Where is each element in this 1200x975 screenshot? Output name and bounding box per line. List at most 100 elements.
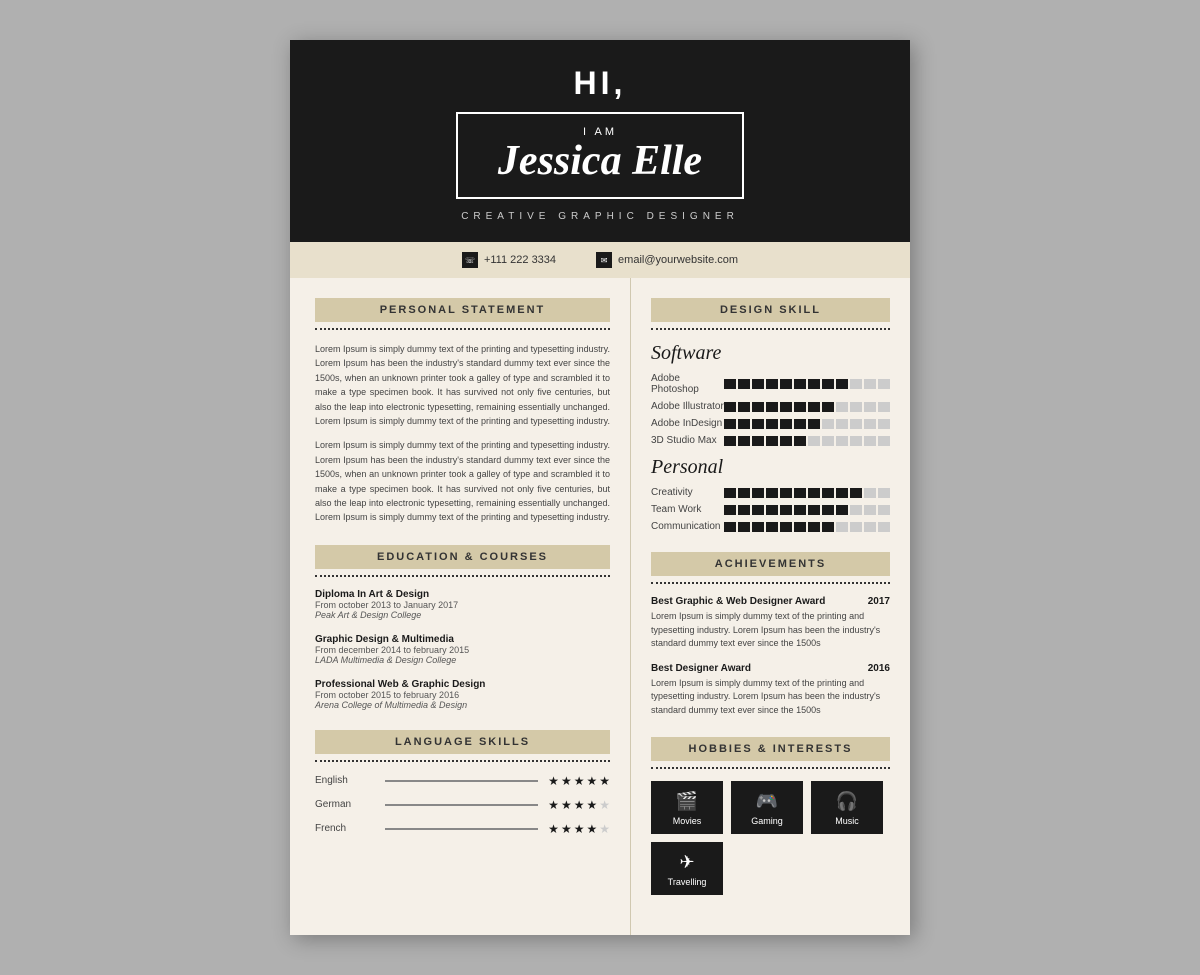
skill-name: Adobe Photoshop bbox=[651, 373, 724, 395]
skill-bar-filled bbox=[836, 505, 848, 515]
hobby-item: 🎬 Movies bbox=[651, 781, 723, 834]
email-address: email@yourwebsite.com bbox=[618, 254, 738, 266]
skill-bar-empty bbox=[850, 402, 862, 412]
skill-bar-filled bbox=[780, 402, 792, 412]
skill-bar-filled bbox=[724, 436, 736, 446]
achievements-section: ACHIEVEMENTS Best Graphic & Web Designer… bbox=[651, 552, 890, 717]
education-header: EDUCATION & COURSES bbox=[315, 545, 610, 569]
hobby-icon: ✈ bbox=[656, 852, 718, 873]
education-entry: Graphic Design & Multimedia From decembe… bbox=[315, 634, 610, 665]
skill-bar-filled bbox=[738, 379, 750, 389]
column-right: DESIGN SKILL Software Adobe PhotoshopAdo… bbox=[631, 278, 910, 935]
software-title: Software bbox=[651, 342, 890, 365]
skill-bar-filled bbox=[724, 379, 736, 389]
skill-bar-filled bbox=[794, 488, 806, 498]
skill-name: Adobe Illustrator bbox=[651, 401, 724, 412]
star-filled: ★ bbox=[548, 822, 559, 836]
star-empty: ★ bbox=[599, 798, 610, 812]
achievement-text: Lorem Ipsum is simply dummy text of the … bbox=[651, 610, 890, 651]
skill-bar-filled bbox=[766, 436, 778, 446]
skill-bar-empty bbox=[836, 419, 848, 429]
language-name: German bbox=[315, 799, 375, 810]
achievement-entry: Best Graphic & Web Designer Award 2017 L… bbox=[651, 596, 890, 651]
email-icon: ✉ bbox=[596, 252, 612, 268]
edu-school: LADA Multimedia & Design College bbox=[315, 655, 610, 665]
design-skill-section: DESIGN SKILL Software Adobe PhotoshopAdo… bbox=[651, 298, 890, 532]
skill-bar-filled bbox=[752, 522, 764, 532]
skill-bar-filled bbox=[780, 419, 792, 429]
hobbies-grid: 🎬 Movies 🎮 Gaming 🎧 Music ✈ Travelling bbox=[651, 781, 890, 895]
skill-bar-filled bbox=[780, 379, 792, 389]
skill-row: Adobe Photoshop bbox=[651, 373, 890, 395]
skill-bar-filled bbox=[794, 379, 806, 389]
skill-bar-empty bbox=[864, 402, 876, 412]
hobbies-section: HOBBIES & INTERESTS 🎬 Movies 🎮 Gaming 🎧 … bbox=[651, 737, 890, 895]
edu-dates: From december 2014 to february 2015 bbox=[315, 645, 610, 655]
skill-name: Communication bbox=[651, 521, 724, 532]
header-hi: HI, bbox=[320, 65, 880, 102]
skill-bar-empty bbox=[864, 505, 876, 515]
skill-name: Adobe InDesign bbox=[651, 418, 724, 429]
skill-row: Creativity bbox=[651, 487, 890, 498]
skill-bar-filled bbox=[752, 419, 764, 429]
hobby-icon: 🎧 bbox=[816, 791, 878, 812]
language-section: LANGUAGE SKILLS English ★★★★★ German ★★★… bbox=[315, 730, 610, 836]
skill-bar-filled bbox=[738, 505, 750, 515]
achievement-year: 2016 bbox=[868, 663, 890, 674]
phone-number: +111 222 3334 bbox=[484, 254, 556, 266]
skill-bar-filled bbox=[738, 488, 750, 498]
skill-bar-filled bbox=[752, 488, 764, 498]
skill-bar-filled bbox=[738, 522, 750, 532]
skill-bar-empty bbox=[878, 402, 890, 412]
hobby-icon: 🎬 bbox=[656, 791, 718, 812]
skill-bar-filled bbox=[822, 488, 834, 498]
skill-bar-empty bbox=[808, 436, 820, 446]
skill-bar-filled bbox=[822, 522, 834, 532]
skill-bars bbox=[724, 505, 890, 515]
phone-icon: ☏ bbox=[462, 252, 478, 268]
skill-bar-filled bbox=[794, 505, 806, 515]
star-filled: ★ bbox=[561, 798, 572, 812]
header-name-box: I AM Jessica Elle bbox=[456, 112, 744, 199]
language-header: LANGUAGE SKILLS bbox=[315, 730, 610, 754]
skill-bars bbox=[724, 488, 890, 498]
skill-bar-filled bbox=[808, 402, 820, 412]
skill-bars bbox=[724, 522, 890, 532]
star-filled: ★ bbox=[548, 774, 559, 788]
skill-bar-filled bbox=[822, 402, 834, 412]
contact-bar: ☏ +111 222 3334 ✉ email@yourwebsite.com bbox=[290, 242, 910, 278]
contact-email: ✉ email@yourwebsite.com bbox=[596, 252, 738, 268]
skill-bar-filled bbox=[780, 522, 792, 532]
skill-bar-empty bbox=[864, 522, 876, 532]
skill-bar-filled bbox=[766, 379, 778, 389]
achievement-entry: Best Designer Award 2016 Lorem Ipsum is … bbox=[651, 663, 890, 718]
star-filled: ★ bbox=[574, 822, 585, 836]
skill-bar-filled bbox=[794, 419, 806, 429]
skill-row: Team Work bbox=[651, 504, 890, 515]
achievement-entries: Best Graphic & Web Designer Award 2017 L… bbox=[651, 596, 890, 717]
personal-statement-para1: Lorem Ipsum is simply dummy text of the … bbox=[315, 342, 610, 428]
star-filled: ★ bbox=[599, 774, 610, 788]
language-entries: English ★★★★★ German ★★★★★ French ★★★★★ bbox=[315, 774, 610, 836]
language-name: French bbox=[315, 823, 375, 834]
hobby-item: ✈ Travelling bbox=[651, 842, 723, 895]
skill-bar-filled bbox=[836, 379, 848, 389]
skill-bar-filled bbox=[780, 436, 792, 446]
skill-bar-filled bbox=[766, 522, 778, 532]
skill-bar-empty bbox=[878, 379, 890, 389]
skill-bar-empty bbox=[878, 522, 890, 532]
skill-row: Adobe InDesign bbox=[651, 418, 890, 429]
star-filled: ★ bbox=[574, 798, 585, 812]
skill-bar-filled bbox=[752, 379, 764, 389]
skill-bar-empty bbox=[836, 522, 848, 532]
skill-bar-empty bbox=[864, 379, 876, 389]
edu-degree: Graphic Design & Multimedia bbox=[315, 634, 610, 645]
hobby-item: 🎧 Music bbox=[811, 781, 883, 834]
skill-bar-filled bbox=[794, 436, 806, 446]
skill-bars bbox=[724, 436, 890, 446]
achievement-title: Best Designer Award bbox=[651, 663, 751, 674]
education-entry: Professional Web & Graphic Design From o… bbox=[315, 679, 610, 710]
skill-bar-filled bbox=[822, 379, 834, 389]
resume-body: PERSONAL STATEMENT Lorem Ipsum is simply… bbox=[290, 278, 910, 935]
skill-bar-filled bbox=[780, 488, 792, 498]
